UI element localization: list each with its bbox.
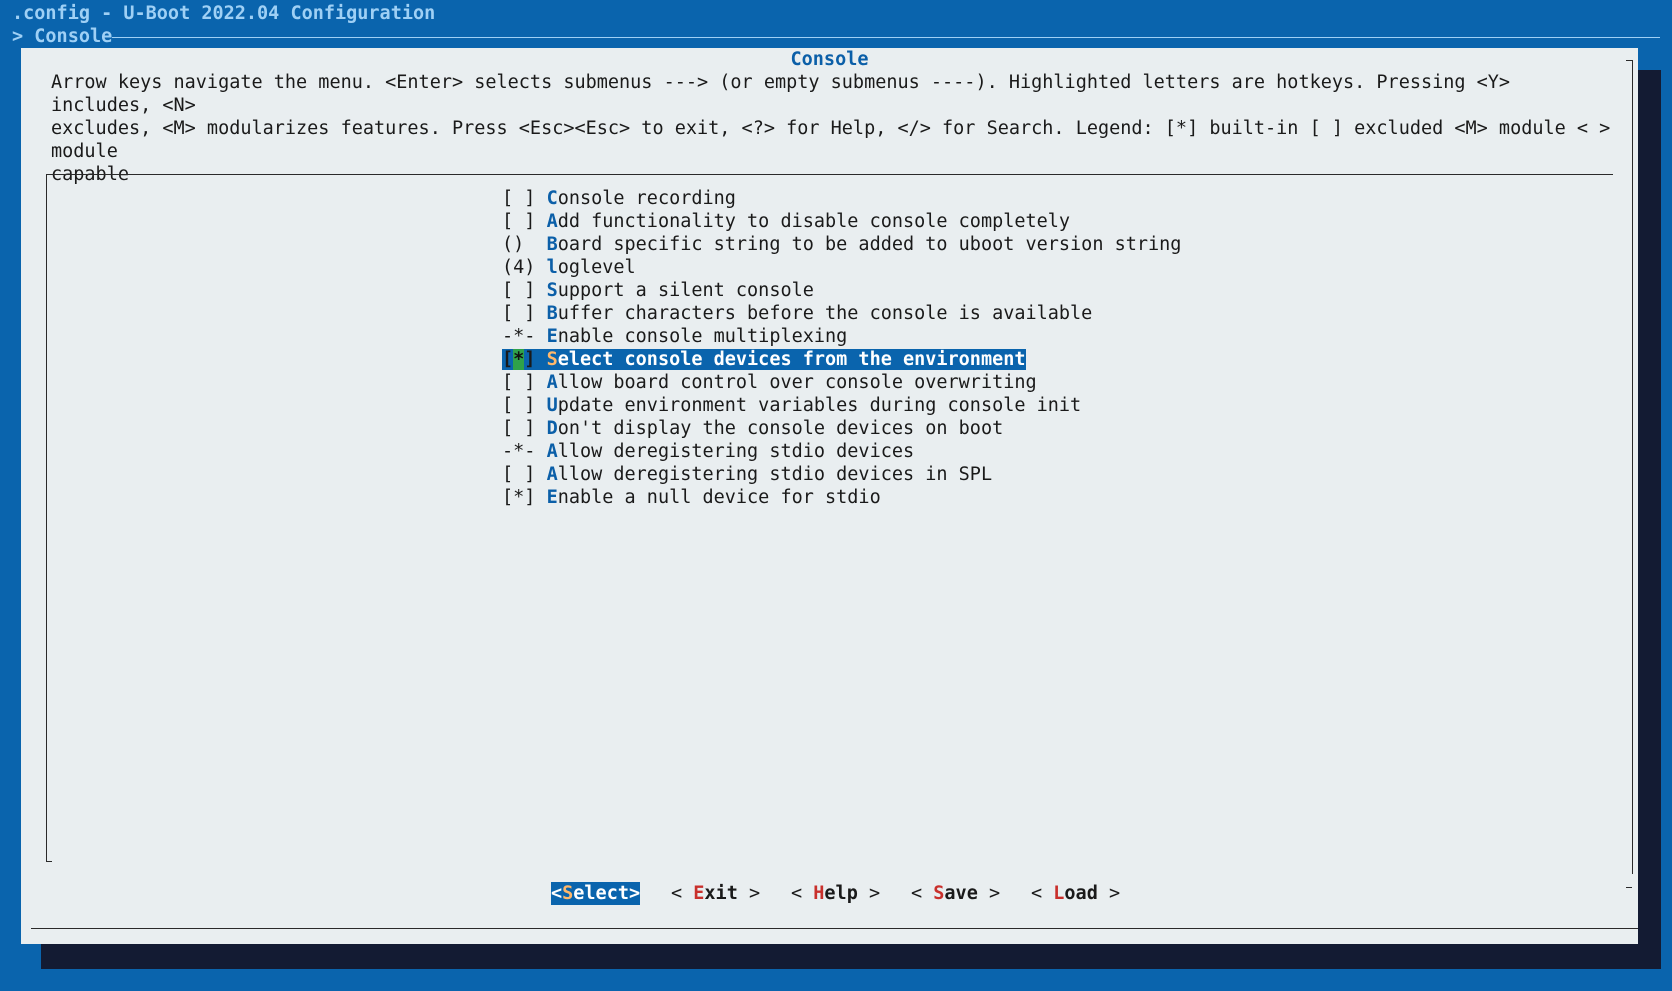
option-state[interactable]: [ ] [502,211,535,232]
menu-item-label: upport a silent console [557,280,814,301]
option-state-open: [ [502,349,514,370]
menu-item-label: nable console multiplexing [557,326,848,347]
menu-item-console-recording[interactable]: [ ] Console recording [502,187,1181,210]
menu-item-label: oard specific string to be added to uboo… [557,234,1182,255]
select-button[interactable]: <Select> [551,882,641,905]
menu-item-deregister-stdio-spl[interactable]: [ ] Allow deregistering stdio devices in… [502,463,1181,486]
option-state[interactable]: [*] [502,487,535,508]
button-bracket: > [628,883,641,904]
hotkey-letter: B [546,303,558,324]
menu-item-update-env-vars[interactable]: [ ] Update environment variables during … [502,394,1181,417]
menu-box-corner [47,861,52,862]
button-bracket: > [857,883,881,904]
hotkey-letter: l [546,257,558,278]
option-state[interactable]: [ ] [502,188,535,209]
button-label: elect [573,883,629,904]
menu-item-label: onsole recording [557,188,736,209]
button-bracket: < [551,883,563,904]
option-state[interactable]: [ ] [502,395,535,416]
option-state-close: ] [524,349,536,370]
menu-item-loglevel[interactable]: (4) loglevel [502,256,1181,279]
button-bracket: < [671,883,694,904]
hotkey-letter: U [546,395,558,416]
button-bracket: > [737,883,761,904]
option-state[interactable]: () [502,234,535,255]
button-bracket: < [911,883,934,904]
window-title: .config - U-Boot 2022.04 Configuration [12,3,436,24]
option-state[interactable]: [ ] [502,280,535,301]
hotkey-letter: L [1053,883,1065,904]
button-bracket: > [1097,883,1121,904]
menu-item-label: dd functionality to disable console comp… [557,211,1071,232]
option-state[interactable]: (4) [502,257,535,278]
menu-item-disable-console[interactable]: [ ] Add functionality to disable console… [502,210,1181,233]
selection-highlight[interactable]: [*] Select console devices from the envi… [502,349,1026,370]
menu-item-label: uffer characters before the console is a… [557,303,1093,324]
button-label: elp [824,883,858,904]
option-state[interactable]: [ ] [502,303,535,324]
option-state[interactable]: [ ] [502,464,535,485]
hotkey-letter: A [546,372,558,393]
hotkey-letter: C [546,188,558,209]
hotkey-letter: S [933,883,945,904]
help-button[interactable]: < Help > [791,882,880,905]
hotkey-letter: S [562,883,574,904]
menu-item-board-version-string[interactable]: () Board specific string to be added to … [502,233,1181,256]
button-bracket: > [977,883,1001,904]
hotkey-letter: D [546,418,558,439]
dialog-title: Console [790,49,869,70]
menu-item-label: pdate environment variables during conso… [557,395,1082,416]
text-cursor: * [513,349,525,370]
dialog-bottom-rule [31,928,1638,929]
menu-item-label: oglevel [557,257,636,278]
option-state[interactable]: -*- [502,326,535,347]
menu-item-label: llow deregistering stdio devices in SPL [557,464,993,485]
hotkey-letter: E [546,487,558,508]
option-state[interactable]: -*- [502,441,535,462]
menu-box: [ ] Console recording [ ] Add functional… [46,174,1613,862]
menu-item-buffer-characters[interactable]: [ ] Buffer characters before the console… [502,302,1181,325]
menu-item-board-console-overwrite[interactable]: [ ] Allow board control over console ove… [502,371,1181,394]
breadcrumb-rule [112,37,1660,38]
hotkey-letter: S [546,280,558,301]
hotkey-letter: E [693,883,705,904]
button-label: oad [1064,883,1098,904]
option-state[interactable]: [ ] [502,418,535,439]
menu-item-label: on't display the console devices on boot [557,418,1004,439]
hotkey-letter: S [546,349,558,370]
menu-item-deregister-stdio[interactable]: -*- Allow deregistering stdio devices [502,440,1181,463]
menu-item-label: nable a null device for stdio [557,487,881,508]
menu-item-dont-display-devices[interactable]: [ ] Don't display the console devices on… [502,417,1181,440]
option-state[interactable]: [ ] [502,372,535,393]
menu-list: [ ] Console recording [ ] Add functional… [502,187,1181,509]
menu-item-null-device[interactable]: [*] Enable a null device for stdio [502,486,1181,509]
hotkey-letter: E [546,326,558,347]
dialog-right-border [1632,60,1633,874]
hotkey-letter: H [813,883,825,904]
hotkey-letter: B [546,234,558,255]
button-bar: <Select> < Exit > < Help > < Save > < Lo… [21,882,1638,905]
save-button[interactable]: < Save > [911,882,1000,905]
hotkey-letter: A [546,441,558,462]
menu-item-silent-console[interactable]: [ ] Support a silent console [502,279,1181,302]
button-label: ave [944,883,978,904]
load-button[interactable]: < Load > [1031,882,1120,905]
menu-item-label: llow deregistering stdio devices [557,441,915,462]
help-line: Arrow keys navigate the menu. <Enter> se… [51,72,1511,116]
button-bracket: < [1031,883,1054,904]
menu-item-select-console-devices[interactable]: [*] Select console devices from the envi… [502,348,1181,371]
menu-item-label: llow board control over console overwrit… [557,372,1037,393]
help-line: excludes, <M> modularizes features. Pres… [51,118,1611,162]
button-bracket: < [791,883,814,904]
menu-item-console-multiplexing[interactable]: -*- Enable console multiplexing [502,325,1181,348]
menu-item-label: elect console devices from the environme… [557,349,1026,370]
hotkey-letter: A [546,211,558,232]
breadcrumb: > Console [12,26,113,47]
menuconfig-dialog: Console Arrow keys navigate the menu. <E… [21,48,1638,944]
hotkey-letter: A [546,464,558,485]
button-label: xit [704,883,738,904]
exit-button[interactable]: < Exit > [671,882,760,905]
help-text: Arrow keys navigate the menu. <Enter> se… [51,71,1611,186]
